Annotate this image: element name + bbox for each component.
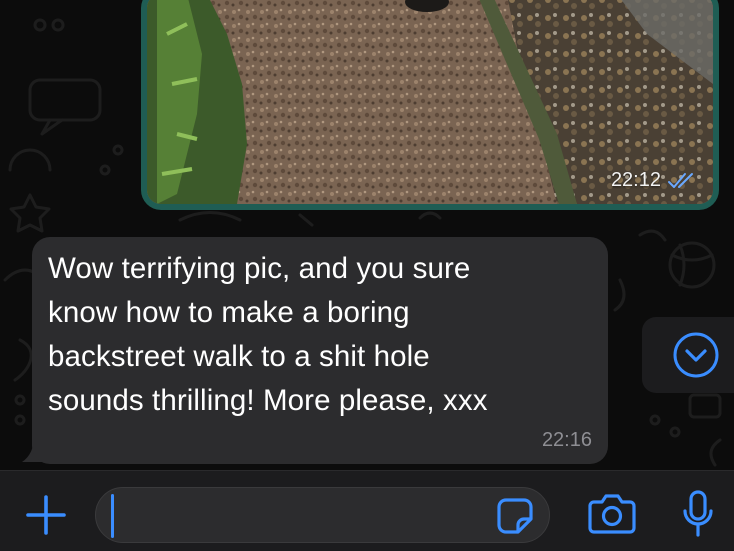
- message-text: Wow terrifying pic, and you sure know ho…: [48, 252, 488, 417]
- message-input-field[interactable]: [95, 487, 550, 543]
- scroll-to-bottom-button[interactable]: [642, 317, 734, 393]
- text-caret: [111, 494, 114, 538]
- message-photo[interactable]: 22:12: [147, 0, 713, 204]
- image-message-meta: 22:12: [611, 169, 697, 192]
- chat-background: 22:12 Wow terrifying pic, and you sure k…: [0, 0, 734, 470]
- image-message-time: 22:12: [610, 169, 661, 191]
- camera-icon: [588, 494, 636, 534]
- incoming-message-bubble[interactable]: Wow terrifying pic, and you sure know ho…: [32, 237, 608, 464]
- message-input[interactable]: [122, 496, 486, 536]
- read-double-check-icon: [668, 172, 693, 188]
- chevron-down-circle-icon: [673, 332, 719, 378]
- camera-button[interactable]: [586, 489, 638, 537]
- sticker-button[interactable]: [495, 496, 535, 536]
- message-time: 22:16: [541, 429, 592, 451]
- message-composer: [0, 470, 734, 551]
- plus-icon: [26, 495, 66, 535]
- voice-message-button[interactable]: [676, 487, 720, 541]
- image-message-bubble[interactable]: 22:12: [141, 0, 719, 210]
- sticker-icon: [497, 498, 533, 534]
- microphone-icon: [683, 490, 713, 537]
- attach-button[interactable]: [22, 491, 70, 539]
